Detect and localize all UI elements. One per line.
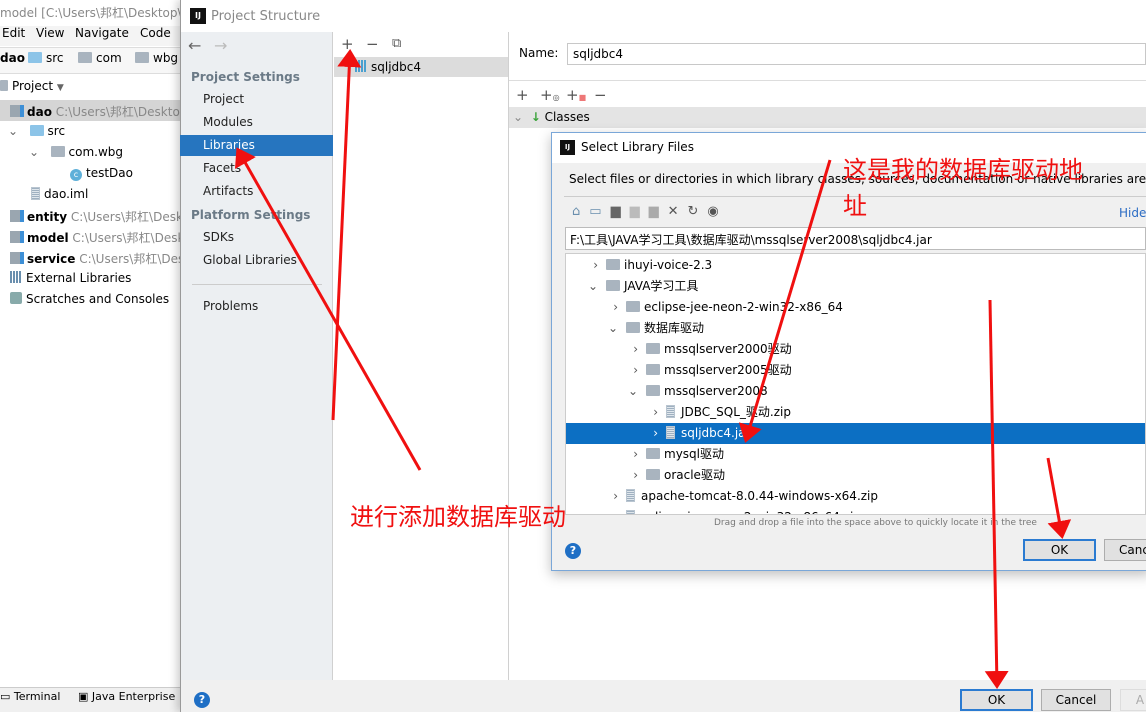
arrow-to-select-ok <box>1046 457 1072 539</box>
arrow-to-ok <box>984 299 1009 689</box>
annotation-arrows <box>234 49 1072 689</box>
arrow-to-jar <box>738 159 832 443</box>
arrow-to-add <box>331 49 362 421</box>
arrow-to-libraries <box>234 147 422 471</box>
